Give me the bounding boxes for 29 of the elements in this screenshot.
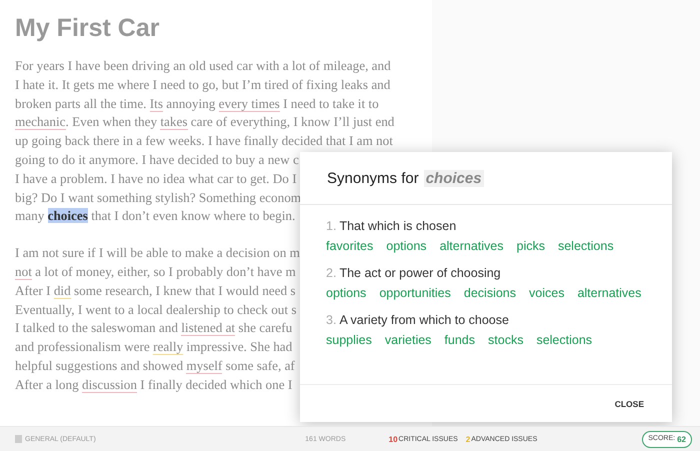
sense-number: 3. [326,313,336,327]
synonym-link[interactable]: stocks [488,333,524,347]
sense-definition: A variety from which to choose [339,313,509,327]
sense-number: 2. [326,266,336,280]
synonym-link[interactable]: options [386,239,427,253]
sense-definition: That which is chosen [339,219,456,233]
synonym-link[interactable]: alternatives [440,239,504,253]
synonym-link[interactable]: selections [536,333,592,347]
synonym-link[interactable]: selections [558,239,614,253]
dialog-title: Synonyms for [327,170,419,186]
query-word: choices [424,170,484,186]
synonym-link[interactable]: funds [444,333,476,347]
synonym-link[interactable]: supplies [326,333,372,347]
synonym-link[interactable]: decisions [464,286,516,300]
sense-number: 1. [326,219,336,233]
synonym-link[interactable]: picks [516,239,545,253]
synonym-link[interactable]: alternatives [577,286,642,300]
advanced-count: 2 [466,434,470,444]
paragraph: I am not sure if I will be able to make a decision on m not a lot of money, either, so I probably don’t have m After I did some research, I knew that I would need s Eventually, I went to a local dealership to check out s I talked to the saleswoman and listened at she carefu and professionalism were really impressive. She had helpful suggestions and showed myself some safe, af After a long discussion I finally decided which one I [15,244,300,395]
document-title: My First Car [15,14,160,43]
close-button[interactable]: CLOSE [608,394,650,412]
critical-count: 10 [388,434,398,444]
synonym-link[interactable]: options [326,286,366,300]
document-icon [15,435,22,443]
synonym-link[interactable]: favorites [326,239,374,253]
synonym-link[interactable]: varieties [384,333,432,347]
sense-definition: The act or power of choosing [339,266,501,280]
synonym-link[interactable]: opportunities [379,286,451,300]
synonym-link[interactable]: voices [529,286,564,300]
